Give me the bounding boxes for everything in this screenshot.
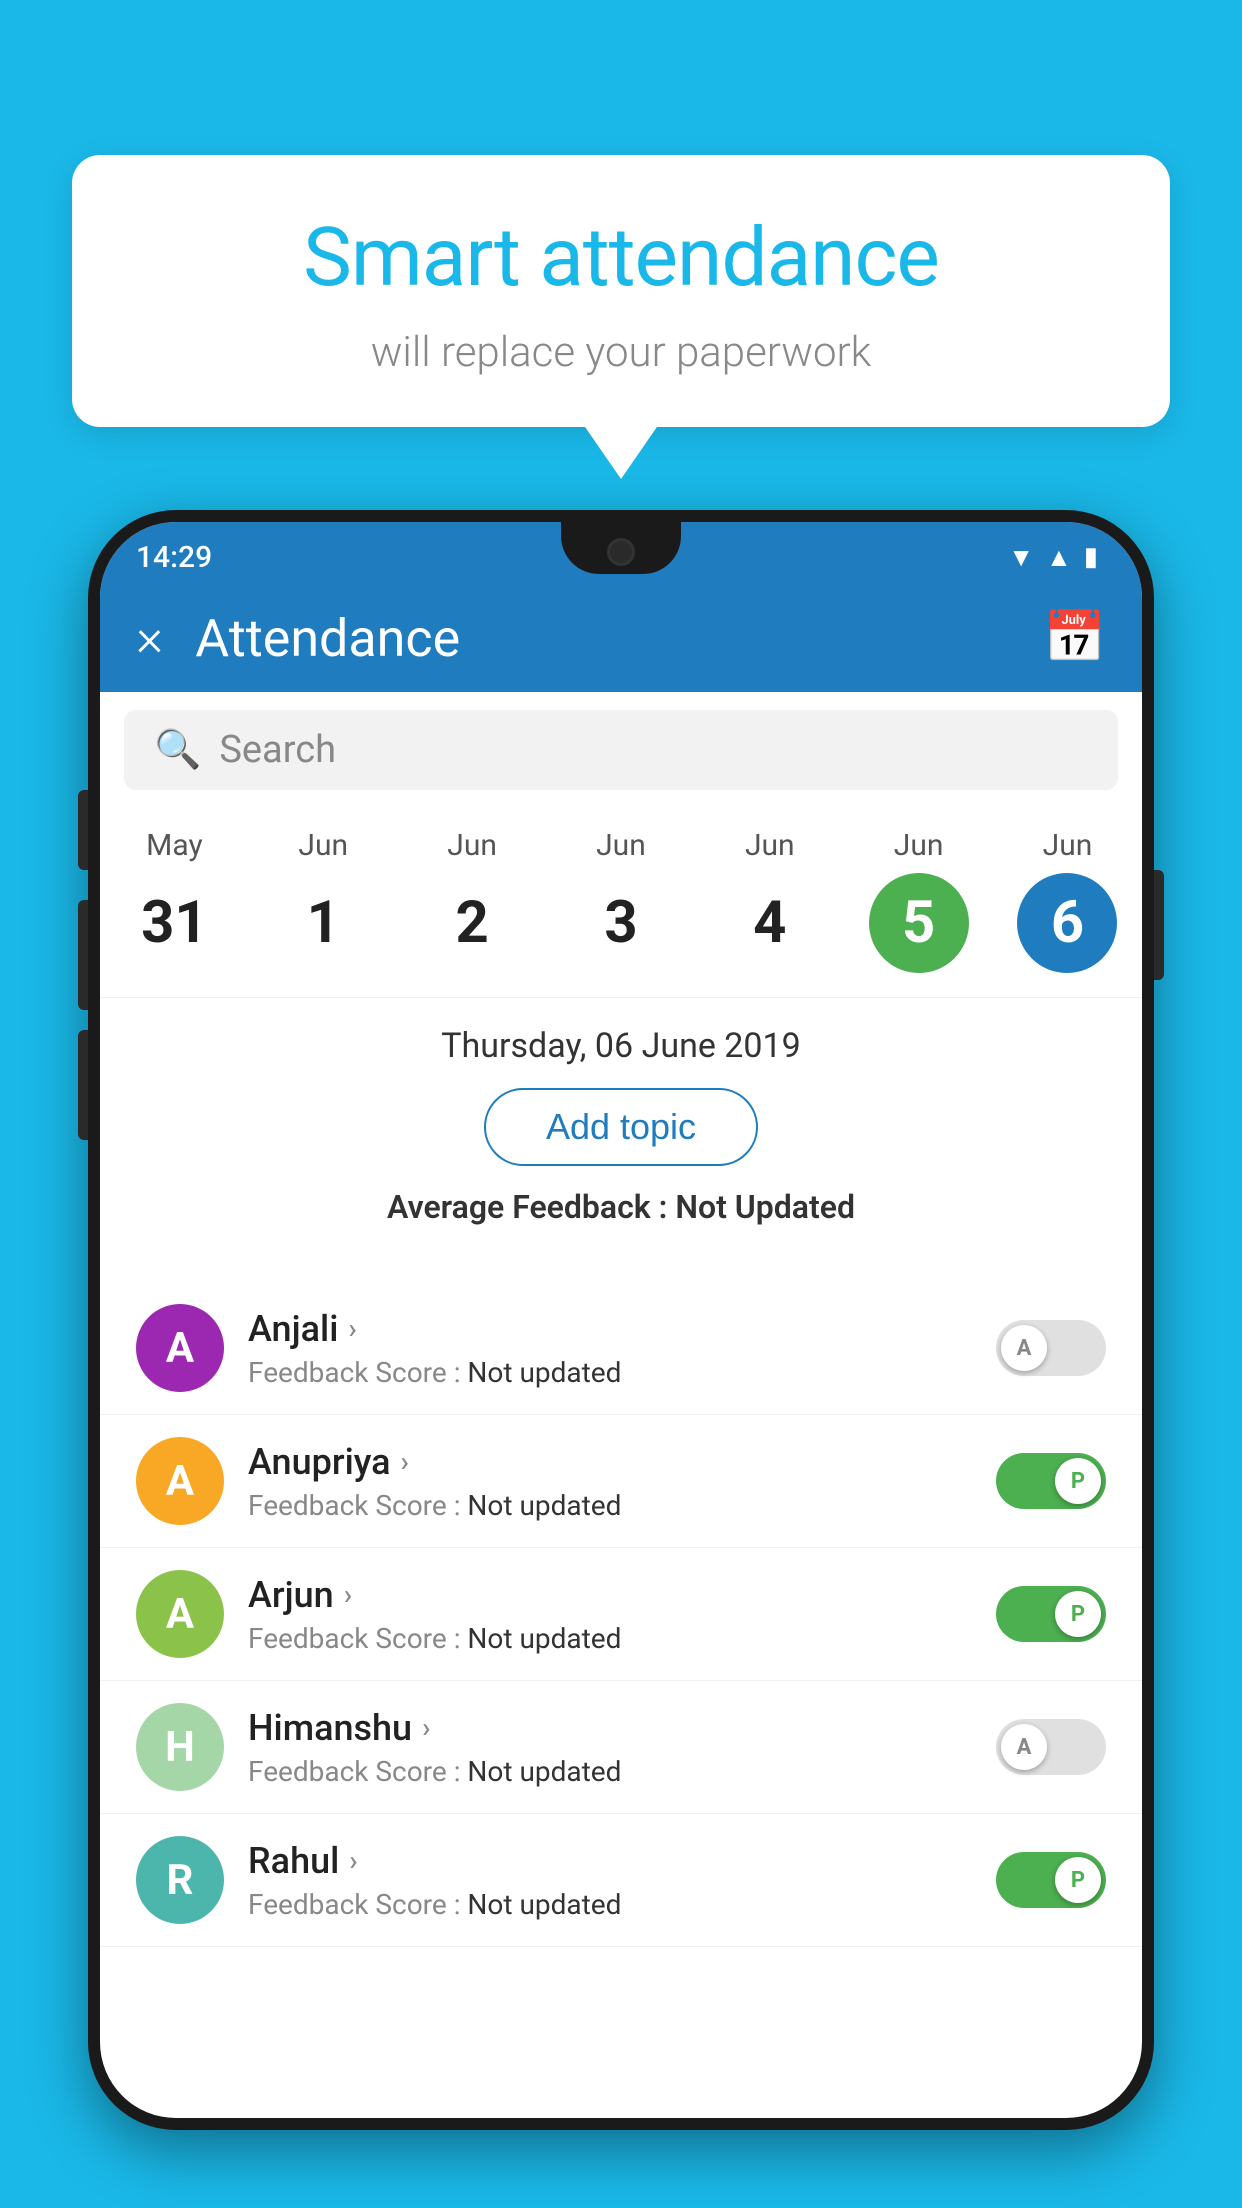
selected-date: Thursday, 06 June 2019 [136, 1026, 1106, 1066]
feedback-score: Feedback Score : Not updated [248, 1356, 972, 1389]
chevron-icon: › [422, 1711, 430, 1744]
toggle-knob: P [1055, 1857, 1101, 1903]
calendar-day[interactable]: Jun 3 [561, 828, 681, 973]
notch [561, 522, 681, 574]
calendar-day[interactable]: Jun 5 [859, 828, 979, 973]
calendar-day[interactable]: Jun 6 [1007, 828, 1127, 973]
student-info: Arjun › Feedback Score : Not updated [248, 1574, 972, 1655]
avatar: A [136, 1570, 224, 1658]
student-name: Anupriya › [248, 1441, 972, 1483]
bubble-title: Smart attendance [132, 210, 1110, 306]
add-topic-button[interactable]: Add topic [484, 1088, 758, 1166]
cal-date-label: 1 [273, 873, 373, 973]
calendar-day[interactable]: May 31 [114, 828, 234, 973]
speech-bubble-container: Smart attendance will replace your paper… [72, 155, 1170, 427]
student-name: Himanshu › [248, 1707, 972, 1749]
attendance-toggle[interactable]: A [996, 1320, 1106, 1376]
toggle-knob: A [1001, 1724, 1047, 1770]
wifi-icon: ▼ [1008, 542, 1034, 573]
calendar-row: May 31 Jun 1 Jun 2 Jun 3 Jun 4 Jun 5 Jun 6 [100, 808, 1142, 998]
feedback-label: Average Feedback : [387, 1188, 675, 1226]
student-item[interactable]: R Rahul › Feedback Score : Not updated P [100, 1814, 1142, 1947]
student-info: Anupriya › Feedback Score : Not updated [248, 1441, 972, 1522]
toggle-knob: A [1001, 1325, 1047, 1371]
phone-screen: 14:29 ▼ ▲ ▮ × Attendance 📅 🔍 Se [100, 522, 1142, 2118]
student-item[interactable]: A Anjali › Feedback Score : Not updated A [100, 1282, 1142, 1415]
search-container: 🔍 Search [100, 692, 1142, 808]
toggle-knob: P [1055, 1591, 1101, 1637]
attendance-toggle[interactable]: A [996, 1719, 1106, 1775]
app-bar-left: × Attendance [136, 608, 460, 669]
cal-date-label: 6 [1017, 873, 1117, 973]
cal-month-label: Jun [447, 828, 497, 863]
feedback-score: Feedback Score : Not updated [248, 1755, 972, 1788]
speech-bubble: Smart attendance will replace your paper… [72, 155, 1170, 427]
search-bar[interactable]: 🔍 Search [124, 710, 1118, 790]
chevron-icon: › [344, 1578, 352, 1611]
phone-outer: 14:29 ▼ ▲ ▮ × Attendance 📅 🔍 Se [88, 510, 1154, 2130]
app-title: Attendance [195, 608, 460, 669]
cal-date-label: 3 [571, 873, 671, 973]
app-bar: × Attendance 📅 [100, 584, 1142, 692]
student-item[interactable]: A Arjun › Feedback Score : Not updated P [100, 1548, 1142, 1681]
power-button [1154, 870, 1164, 980]
cal-date-label: 31 [124, 873, 224, 973]
feedback-score: Feedback Score : Not updated [248, 1489, 972, 1522]
chevron-icon: › [401, 1445, 409, 1478]
cal-month-label: May [146, 828, 202, 863]
feedback-score: Feedback Score : Not updated [248, 1888, 972, 1921]
bubble-subtitle: will replace your paperwork [132, 328, 1110, 377]
cal-date-label: 4 [720, 873, 820, 973]
status-icons: ▼ ▲ ▮ [1008, 542, 1098, 573]
feedback-value: Not Updated [675, 1188, 855, 1226]
phone-wrapper: 14:29 ▼ ▲ ▮ × Attendance 📅 🔍 Se [88, 510, 1154, 2208]
avatar: H [136, 1703, 224, 1791]
student-info: Rahul › Feedback Score : Not updated [248, 1840, 972, 1921]
student-name: Rahul › [248, 1840, 972, 1882]
camera [607, 538, 635, 566]
student-list: AAnjali ›Feedback Score : Not updatedAAA… [100, 1282, 1142, 1947]
student-info: Himanshu › Feedback Score : Not updated [248, 1707, 972, 1788]
cal-date-label: 2 [422, 873, 522, 973]
cal-month-label: Jun [1043, 828, 1093, 863]
content-area: Thursday, 06 June 2019 Add topic Average… [100, 998, 1142, 1282]
average-feedback: Average Feedback : Not Updated [136, 1188, 1106, 1226]
battery-icon: ▮ [1084, 542, 1098, 572]
calendar-day[interactable]: Jun 1 [263, 828, 383, 973]
cal-month-label: Jun [894, 828, 944, 863]
cal-month-label: Jun [298, 828, 348, 863]
avatar: A [136, 1437, 224, 1525]
calendar-day[interactable]: Jun 2 [412, 828, 532, 973]
status-time: 14:29 [136, 540, 212, 575]
avatar: A [136, 1304, 224, 1392]
chevron-icon: › [348, 1312, 356, 1345]
feedback-score: Feedback Score : Not updated [248, 1622, 972, 1655]
attendance-toggle[interactable]: P [996, 1852, 1106, 1908]
signal-icon: ▲ [1046, 542, 1072, 573]
student-item[interactable]: H Himanshu › Feedback Score : Not updated A [100, 1681, 1142, 1814]
silent-button [78, 1030, 88, 1140]
cal-date-label: 5 [869, 873, 969, 973]
volume-down-button [78, 900, 88, 1010]
student-info: Anjali › Feedback Score : Not updated [248, 1308, 972, 1389]
cal-month-label: Jun [745, 828, 795, 863]
student-name: Anjali › [248, 1308, 972, 1350]
cal-month-label: Jun [596, 828, 646, 863]
toggle-knob: P [1055, 1458, 1101, 1504]
student-item[interactable]: A Anupriya › Feedback Score : Not updated P [100, 1415, 1142, 1548]
attendance-toggle[interactable]: P [996, 1453, 1106, 1509]
student-name: Arjun › [248, 1574, 972, 1616]
attendance-toggle[interactable]: P [996, 1586, 1106, 1642]
search-icon: 🔍 [154, 728, 201, 772]
chevron-icon: › [349, 1844, 357, 1877]
calendar-icon[interactable]: 📅 [1044, 609, 1106, 667]
close-button[interactable]: × [136, 612, 163, 664]
volume-up-button [78, 790, 88, 870]
calendar-day[interactable]: Jun 4 [710, 828, 830, 973]
search-placeholder: Search [219, 728, 336, 772]
avatar: R [136, 1836, 224, 1924]
